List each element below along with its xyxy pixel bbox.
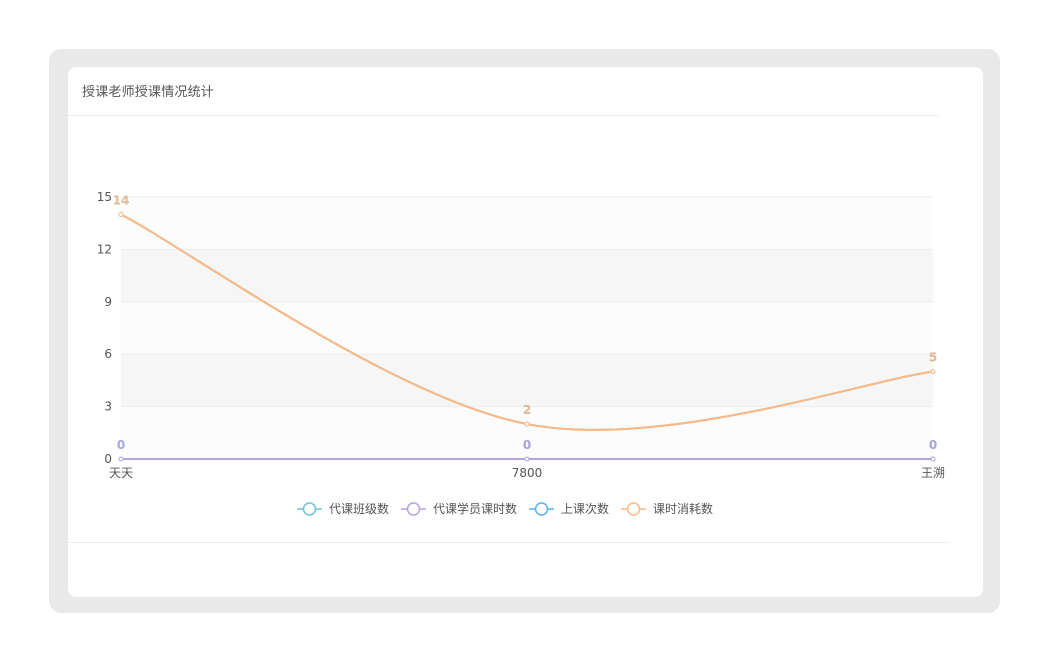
x-tick-label: 天天 <box>109 466 133 480</box>
legend-label: 代课班级数 <box>329 501 389 516</box>
legend-label: 代课学员课时数 <box>433 501 517 516</box>
legend-marker <box>406 502 421 516</box>
data-point <box>930 456 936 462</box>
y-tick-label: 12 <box>97 242 112 256</box>
y-tick-label: 9 <box>104 295 112 309</box>
legend: 代课班级数 代课学员课时数 上课次数 课时消耗数 <box>297 501 713 516</box>
data-label: 0 <box>929 438 937 452</box>
x-tick-label: 7800 <box>512 466 543 480</box>
data-label: 14 <box>113 193 130 207</box>
grid-band <box>121 249 933 302</box>
y-tick-label: 0 <box>104 452 112 466</box>
legend-label: 课时消耗数 <box>653 501 713 516</box>
grid-band <box>121 301 933 355</box>
data-point <box>524 421 530 427</box>
chart-card: 授课老师授课情况统计 0 3 6 9 12 15 天天 7800 王溯 0 0 0 0 0 0 14 2 5 14… <box>68 67 983 597</box>
y-tick-label: 3 <box>104 400 112 414</box>
data-point <box>524 456 530 462</box>
line-chart: 03691215天天 7800 王溯 0 0 00 0 014251425 代课班级数 代课学… <box>97 190 945 516</box>
data-label: 0 <box>523 438 531 452</box>
bottom-divider <box>68 542 950 543</box>
data-label: 2 <box>523 403 531 417</box>
y-tick-label: 6 <box>104 347 112 361</box>
y-tick-label: 15 <box>97 190 112 204</box>
x-tick-label: 王溯 <box>921 465 945 480</box>
outer-frame: 授课老师授课情况统计 0 3 6 9 12 15 天天 7800 王溯 0 0 0 0 0 0 14 2 5 14… <box>49 49 1000 613</box>
data-point <box>118 456 124 462</box>
grid-bands <box>121 197 933 459</box>
grid-band <box>121 197 933 250</box>
legend-marker <box>302 502 317 516</box>
legend-label: 上课次数 <box>561 501 609 516</box>
data-point <box>930 369 936 375</box>
data-point <box>118 211 124 217</box>
legend-marker <box>534 502 549 516</box>
data-label: 5 <box>929 351 937 365</box>
data-label: 0 <box>117 438 125 452</box>
legend-marker <box>626 502 641 516</box>
